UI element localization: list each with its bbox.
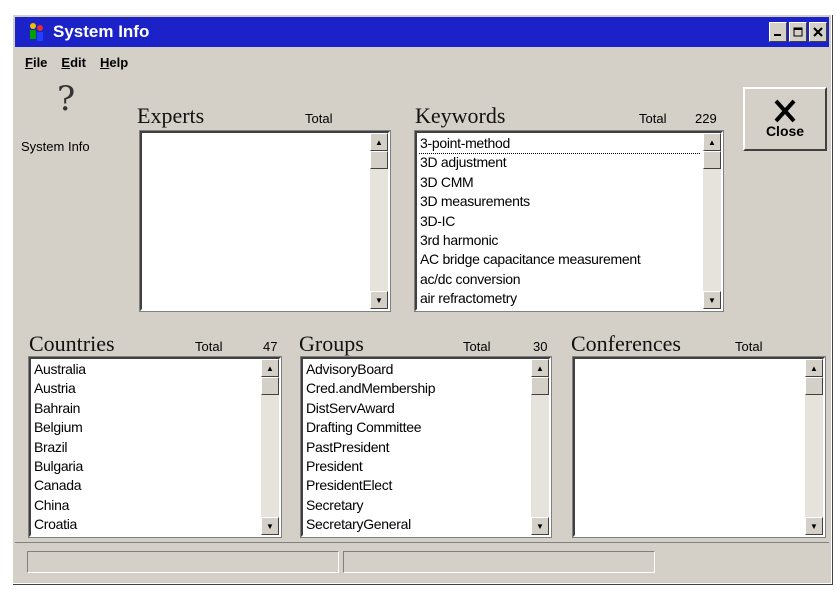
- window-close-button[interactable]: [809, 22, 827, 42]
- scroll-up-button[interactable]: ▲: [805, 359, 823, 377]
- scroll-thumb[interactable]: [703, 151, 721, 169]
- countries-scrollbar[interactable]: ▲ ▼: [261, 359, 279, 535]
- groups-total-value: 30: [533, 339, 548, 354]
- list-item[interactable]: Croatia: [33, 515, 259, 534]
- list-item[interactable]: 3-point-method: [419, 134, 701, 155]
- scroll-up-button[interactable]: ▲: [531, 359, 549, 377]
- list-item[interactable]: 3D adjustment: [419, 153, 701, 172]
- scroll-thumb[interactable]: [805, 377, 823, 395]
- scroll-down-button[interactable]: ▼: [703, 291, 721, 309]
- menu-file[interactable]: File: [25, 55, 47, 70]
- window-title: System Info: [53, 22, 150, 41]
- list-item[interactable]: 3D-IC: [419, 212, 701, 231]
- countries-list[interactable]: Australia Austria Bahrain Belgium Brazil Bulg…: [28, 356, 282, 538]
- experts-list[interactable]: ▲ ▼: [139, 130, 391, 312]
- keywords-scrollbar[interactable]: ▲ ▼: [703, 133, 721, 309]
- list-item[interactable]: PastPresident: [305, 438, 529, 457]
- list-item[interactable]: Drafting Committee: [305, 418, 529, 437]
- minimize-icon: [774, 34, 781, 36]
- question-icon: ?: [57, 79, 76, 119]
- list-item[interactable]: Cred.andMembership: [305, 379, 529, 398]
- list-item[interactable]: ac/dc conversion: [419, 270, 701, 289]
- scroll-thumb[interactable]: [261, 377, 279, 395]
- conferences-list-items: [577, 360, 803, 534]
- conferences-title: Conferences: [571, 331, 681, 356]
- close-x-icon: [774, 99, 796, 123]
- list-item[interactable]: Canada: [33, 476, 259, 495]
- status-pane-1: [27, 551, 339, 573]
- app-people-icon: [30, 23, 43, 41]
- experts-list-items: [144, 134, 368, 308]
- scroll-thumb[interactable]: [370, 151, 388, 169]
- keywords-total-label: Total: [639, 111, 667, 126]
- list-item[interactable]: President: [305, 457, 529, 476]
- maximize-button[interactable]: [789, 22, 807, 42]
- countries-list-items: Australia Austria Bahrain Belgium Brazil Bulg…: [33, 360, 259, 534]
- experts-total-label: Total: [305, 111, 333, 126]
- scroll-down-button[interactable]: ▼: [805, 517, 823, 535]
- list-item[interactable]: PresidentElect: [305, 476, 529, 495]
- list-item[interactable]: AC bridge capacitance measurement: [419, 250, 701, 269]
- countries-total-value: 47: [263, 339, 278, 354]
- countries-total-label: Total: [195, 339, 223, 354]
- close-icon: [813, 27, 823, 37]
- experts-scrollbar[interactable]: ▲ ▼: [370, 133, 388, 309]
- system-info-window: System Info File Edit Help ? System Info…: [12, 14, 832, 584]
- scroll-down-button[interactable]: ▼: [261, 517, 279, 535]
- list-item[interactable]: 3D measurements: [419, 192, 701, 211]
- list-item[interactable]: AdvisoryBoard: [305, 360, 529, 379]
- groups-total-label: Total: [463, 339, 491, 354]
- groups-list[interactable]: AdvisoryBoard Cred.andMembership DistServA…: [300, 356, 552, 538]
- list-item[interactable]: air refractometry: [419, 289, 701, 308]
- groups-title: Groups: [299, 331, 364, 356]
- experts-title: Experts: [137, 103, 205, 128]
- list-item[interactable]: Bahrain: [33, 399, 259, 418]
- scroll-up-button[interactable]: ▲: [370, 133, 388, 151]
- list-item[interactable]: Bulgaria: [33, 457, 259, 476]
- scroll-thumb[interactable]: [531, 377, 549, 395]
- scroll-up-button[interactable]: ▲: [261, 359, 279, 377]
- list-item[interactable]: Australia: [33, 360, 259, 379]
- keywords-list-items: 3-point-method 3D adjustment 3D CMM 3D meas…: [419, 134, 701, 308]
- countries-title: Countries: [29, 331, 115, 356]
- groups-list-items: AdvisoryBoard Cred.andMembership DistServA…: [305, 360, 529, 534]
- menu-help[interactable]: Help: [100, 55, 128, 70]
- keywords-total-value: 229: [695, 111, 717, 126]
- minimize-button[interactable]: [769, 22, 787, 42]
- conferences-total-label: Total: [735, 339, 763, 354]
- list-item[interactable]: 3D CMM: [419, 173, 701, 192]
- status-bar: [15, 542, 829, 581]
- status-pane-2: [343, 551, 655, 573]
- list-item[interactable]: China: [33, 496, 259, 515]
- scroll-down-button[interactable]: ▼: [370, 291, 388, 309]
- keywords-list[interactable]: 3-point-method 3D adjustment 3D CMM 3D meas…: [414, 130, 724, 312]
- close-button[interactable]: Close: [743, 87, 827, 151]
- list-item[interactable]: Brazil: [33, 438, 259, 457]
- scroll-up-button[interactable]: ▲: [703, 133, 721, 151]
- menu-bar: File Edit Help: [15, 51, 829, 73]
- menu-edit[interactable]: Edit: [61, 55, 86, 70]
- list-item[interactable]: SecretaryGeneral: [305, 515, 529, 534]
- system-info-label: System Info: [21, 139, 90, 154]
- close-button-label: Close: [765, 123, 805, 139]
- list-item[interactable]: Secretary: [305, 496, 529, 515]
- scroll-down-button[interactable]: ▼: [531, 517, 549, 535]
- keywords-title: Keywords: [415, 103, 506, 128]
- title-bar[interactable]: System Info: [15, 17, 829, 47]
- list-item[interactable]: Austria: [33, 379, 259, 398]
- conferences-list[interactable]: ▲ ▼: [572, 356, 826, 538]
- maximize-icon: [793, 27, 803, 37]
- list-item[interactable]: 3rd harmonic: [419, 231, 701, 250]
- list-item[interactable]: Belgium: [33, 418, 259, 437]
- list-item[interactable]: DistServAward: [305, 399, 529, 418]
- groups-scrollbar[interactable]: ▲ ▼: [531, 359, 549, 535]
- conferences-scrollbar[interactable]: ▲ ▼: [805, 359, 823, 535]
